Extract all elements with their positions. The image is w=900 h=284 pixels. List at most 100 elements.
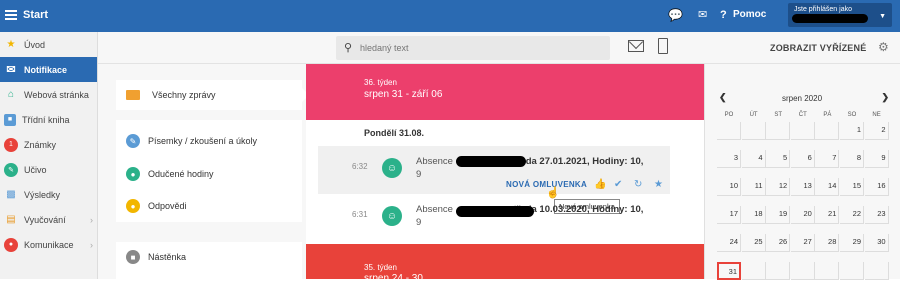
calendar-day[interactable]: 1: [840, 122, 864, 140]
category-label: Odučené hodiny: [148, 169, 214, 179]
calendar-day[interactable]: 22: [840, 206, 864, 224]
calendar-day[interactable]: 9: [864, 150, 889, 168]
calendar-day-number: 21: [828, 209, 837, 218]
app-title[interactable]: Start: [23, 9, 48, 21]
calendar-day-today[interactable]: 31: [717, 262, 741, 280]
calendar-day[interactable]: 2: [864, 122, 889, 140]
compose-mail-icon[interactable]: [628, 40, 644, 52]
calendar-day[interactable]: 7: [815, 150, 840, 168]
sidebar-item-ucivo[interactable]: ✎ Učivo: [0, 157, 97, 182]
star-icon[interactable]: ★: [654, 179, 663, 190]
mail-icon[interactable]: ✉: [698, 8, 707, 21]
refresh-icon[interactable]: ↻: [634, 179, 642, 190]
calendar-day[interactable]: 30: [864, 234, 889, 252]
calendar-weekday: SO: [847, 112, 857, 118]
calendar-day: [840, 262, 864, 280]
calendar-day[interactable]: 18: [741, 206, 766, 224]
category-label: Odpovědi: [148, 201, 187, 211]
calendar-day-number: 17: [729, 209, 738, 218]
sidebar-item-label: Vyučování: [24, 214, 66, 225]
sidebar-item-znamky[interactable]: 1 Známky: [0, 132, 97, 157]
calendar-day[interactable]: 24: [717, 234, 741, 252]
cursor-icon: ☝: [546, 187, 560, 199]
menu-icon[interactable]: [5, 10, 17, 20]
results-icon: ▩: [6, 189, 16, 200]
calendar-day[interactable]: 14: [815, 178, 840, 196]
envelope-icon: ✉: [6, 64, 16, 76]
sidebar-item-uvod[interactable]: ★ Úvod: [0, 32, 97, 57]
show-done-button[interactable]: ZOBRAZIT VYŘÍZENÉ: [770, 43, 866, 53]
answer-icon: ●: [126, 199, 140, 213]
calendar-panel: srpen 2020 ❮ ❯ PO ÚT ST ČT PÁ SO NE 1 2 3 4 5 6 7 8 9 10…: [704, 64, 900, 280]
calendar-day-number: 18: [754, 209, 763, 218]
help-link[interactable]: Pomoc: [733, 9, 766, 20]
calendar-day: [741, 262, 766, 280]
sidebar-item-label: Známky: [24, 139, 57, 150]
calendar-day[interactable]: 6: [790, 150, 815, 168]
sidebar-item-komunikace[interactable]: ● Komunikace ›: [0, 232, 97, 257]
calendar-day[interactable]: 28: [815, 234, 840, 252]
search-box[interactable]: ⚲: [336, 36, 610, 60]
sidebar-item-label: Výsledky: [24, 189, 61, 200]
next-month-button[interactable]: ❯: [881, 92, 889, 103]
chat-icon[interactable]: 💬: [668, 8, 683, 22]
calendar-day[interactable]: 5: [766, 150, 791, 168]
search-input[interactable]: [360, 40, 600, 56]
calendar-day-number: 15: [852, 181, 861, 190]
sidebar-item-label: Úvod: [24, 39, 46, 50]
sidebar-item-vysledky[interactable]: ▩ Výsledky: [0, 182, 97, 207]
calendar-day[interactable]: 17: [717, 206, 741, 224]
calendar-day-number: 23: [877, 209, 886, 218]
sidebar-item-vyucovani[interactable]: ▤ Vyučování ›: [0, 207, 97, 232]
calendar-weekday: ÚT: [749, 112, 758, 118]
help-icon[interactable]: ?: [720, 9, 727, 21]
day-title: Pondělí 31.08.: [364, 128, 425, 138]
teaching-icon: ▤: [6, 214, 16, 225]
calendar-day[interactable]: 19: [766, 206, 791, 224]
prev-month-button[interactable]: ❮: [719, 92, 727, 103]
calendar-day[interactable]: 20: [790, 206, 815, 224]
calendar-day[interactable]: 12: [766, 178, 791, 196]
calendar-day[interactable]: 3: [717, 150, 741, 168]
calendar-day[interactable]: 16: [864, 178, 889, 196]
calendar-day[interactable]: 23: [864, 206, 889, 224]
calendar-day[interactable]: 10: [717, 178, 741, 196]
calendar-day-number: 4: [758, 153, 763, 162]
sidebar-item-tridni-kniha[interactable]: ■ Třídní kniha: [0, 107, 97, 132]
calendar-day-number: 31: [728, 267, 737, 276]
gear-icon[interactable]: ⚙: [878, 40, 889, 54]
sidebar-item-notifikace[interactable]: ✉ Notifikace: [0, 57, 97, 82]
calendar-day-number: 28: [828, 237, 837, 246]
calendar-day[interactable]: 11: [741, 178, 766, 196]
person-icon: ☺: [382, 158, 402, 178]
calendar-day-number: 9: [881, 153, 886, 162]
chevron-right-icon: ›: [90, 214, 93, 225]
calendar-day[interactable]: 8: [840, 150, 864, 168]
check-icon[interactable]: ✔: [614, 179, 622, 190]
calendar-day[interactable]: 13: [790, 178, 815, 196]
calendar-day[interactable]: 26: [766, 234, 791, 252]
top-bar: Start 💬 ✉ ? Pomoc Jste přihlášen jako ▼: [0, 0, 900, 32]
calendar-day-number: 2: [881, 125, 886, 134]
calendar-day: [766, 262, 791, 280]
calendar-day[interactable]: 25: [741, 234, 766, 252]
category-answers[interactable]: ● Odpovědi: [116, 195, 302, 217]
category-all-messages[interactable]: Všechny zprávy: [116, 80, 309, 110]
category-board[interactable]: ■ Nástěnka: [116, 246, 302, 268]
calendar-day[interactable]: 27: [790, 234, 815, 252]
category-taught-lessons[interactable]: ● Odučené hodiny: [116, 163, 302, 185]
clipboard-icon[interactable]: [658, 38, 668, 54]
calendar-day[interactable]: 4: [741, 150, 766, 168]
sidebar-item-webova-stranka[interactable]: ⌂ Webová stránka: [0, 82, 97, 107]
calendar-day-number: 13: [803, 181, 812, 190]
calendar-day[interactable]: 15: [840, 178, 864, 196]
user-menu[interactable]: Jste přihlášen jako ▼: [788, 3, 892, 27]
calendar-day-number: 16: [877, 181, 886, 190]
message-line2: 9: [416, 169, 422, 180]
calendar-day[interactable]: 29: [840, 234, 864, 252]
thumbs-up-icon[interactable]: 👍: [594, 179, 606, 190]
category-tests[interactable]: ✎ Písemky / zkoušení a úkoly: [116, 130, 302, 152]
calendar-day[interactable]: 21: [815, 206, 840, 224]
calendar-day-number: 30: [877, 237, 886, 246]
message-item[interactable]: 6:32 ☺ Absence středa 27.01.2021, Hodiny…: [318, 146, 670, 194]
